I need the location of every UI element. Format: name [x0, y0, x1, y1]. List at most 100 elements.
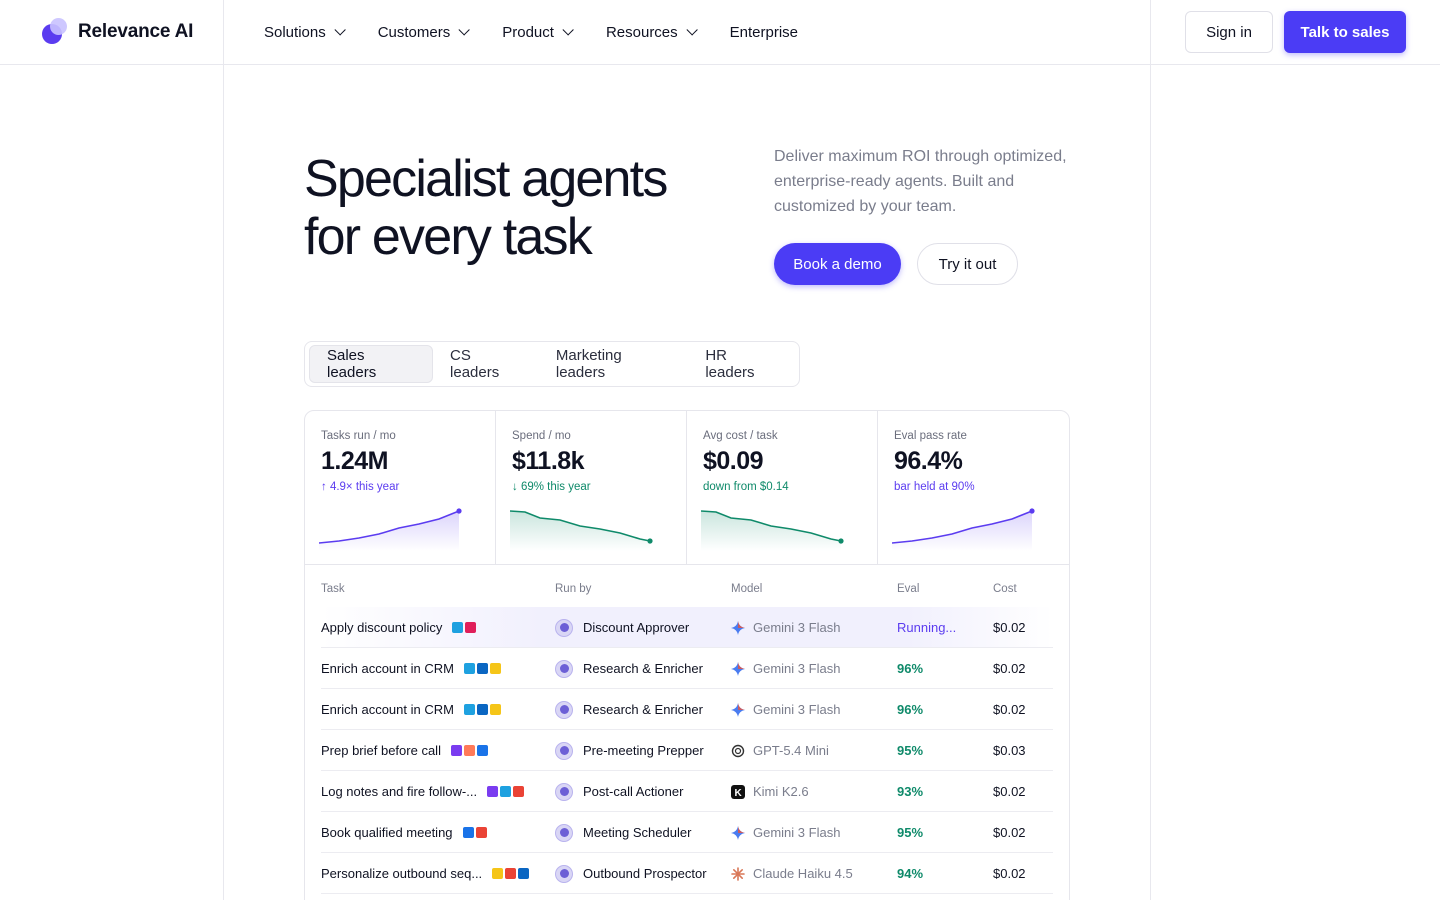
task-name: Prep brief before call [321, 743, 441, 758]
slack-icon [465, 622, 477, 633]
metrics-row: Tasks run / mo 1.24M ↑ 4.9× this year Sp… [305, 411, 1069, 565]
model-name: GPT-5.4 Mini [753, 743, 829, 758]
tab-marketing-leaders[interactable]: Marketing leaders [539, 345, 688, 383]
runby-cell: Discount Approver [555, 607, 689, 648]
agent-avatar [555, 823, 573, 842]
eval-cell: 96% [897, 702, 924, 717]
kimi-icon: K [731, 784, 745, 799]
runby-cell: Meeting Scheduler [555, 812, 691, 853]
nav-item-solutions[interactable]: Solutions [264, 22, 346, 42]
hero-title: Specialist agents for every task [304, 150, 668, 266]
agent-avatar [555, 700, 573, 719]
sparkline-chart [701, 510, 844, 551]
metric-delta: down from $0.14 [703, 481, 789, 493]
agent-name: Outbound Prospector [583, 866, 707, 881]
task-cell: Enrich account in CRM [321, 648, 501, 689]
apollo-icon [489, 704, 501, 715]
task-cell: Personalize outbound seq... [321, 853, 530, 894]
logo-mark-icon [40, 18, 68, 46]
agent-avatar [555, 741, 573, 760]
svg-text:K: K [735, 788, 743, 799]
metric-card: Avg cost / task $0.09 down from $0.14 [687, 411, 878, 565]
metric-card: Eval pass rate 96.4% bar held at 90% [878, 411, 1069, 565]
gmail-icon [475, 827, 487, 838]
sign-in-button[interactable]: Sign in [1185, 11, 1273, 53]
agent-name: Post-call Actioner [583, 784, 684, 799]
task-cell: Prep brief before call [321, 730, 488, 771]
agent-avatar [555, 782, 573, 801]
task-cell: Book qualified meeting [321, 812, 487, 853]
apollo-icon [489, 663, 501, 674]
eval-cell: 96% [897, 661, 924, 676]
sparkline-chart [319, 508, 462, 551]
table-row[interactable]: Personalize outbound seq... Outbound Pro… [321, 853, 1053, 894]
task-cell: Log notes and fire follow-... [321, 771, 525, 812]
model-cell: GPT-5.4 Mini [731, 730, 829, 771]
apollo-icon [492, 868, 504, 879]
tab-cs-leaders[interactable]: CS leaders [433, 345, 539, 383]
gong-icon [450, 745, 462, 756]
cost-cell: $0.02 [993, 866, 1026, 881]
tab-hr-leaders[interactable]: HR leaders [688, 345, 795, 383]
gmail-icon [513, 786, 525, 797]
runby-cell: Pre-meeting Prepper [555, 730, 704, 771]
app-icons [462, 827, 487, 838]
salesforce-icon [463, 663, 475, 674]
metric-delta: ↓ 69% this year [512, 481, 591, 493]
metric-delta: bar held at 90% [894, 481, 975, 493]
try-it-out-button[interactable]: Try it out [917, 243, 1018, 285]
table-row[interactable]: Apply discount policy Discount Approver … [321, 607, 1053, 648]
model-cell: Gemini 3 Flash [731, 648, 840, 689]
talk-to-sales-button[interactable]: Talk to sales [1284, 11, 1406, 53]
chevron-down-icon [562, 24, 574, 36]
app-icons [463, 704, 501, 715]
linkedin-icon [476, 663, 488, 674]
app-icons [492, 868, 530, 879]
metric-label: Spend / mo [512, 430, 571, 442]
tab-sales-leaders[interactable]: Sales leaders [309, 345, 434, 383]
task-name: Enrich account in CRM [321, 661, 454, 676]
eval-cell: Running... [897, 620, 957, 635]
model-cell: Gemini 3 Flash [731, 812, 840, 853]
gemini-icon [731, 620, 745, 635]
runby-cell: Post-call Actioner [555, 771, 683, 812]
agent-name: Discount Approver [583, 620, 690, 635]
runby-cell: Research & Enricher [555, 648, 703, 689]
task-name: Enrich account in CRM [321, 702, 454, 717]
task-cell: Enrich account in CRM [321, 689, 501, 730]
cost-cell: $0.02 [993, 702, 1026, 717]
sparkline-endpoint [456, 508, 462, 514]
nav-item-customers[interactable]: Customers [378, 22, 471, 42]
agent-avatar [555, 618, 573, 637]
app-icons [450, 745, 488, 756]
nav-item-enterprise[interactable]: Enterprise [730, 22, 798, 42]
logo[interactable]: Relevance AI [40, 18, 193, 46]
model-name: Gemini 3 Flash [753, 661, 841, 676]
task-cell: Apply discount policy [321, 607, 477, 648]
brand-name: Relevance AI [78, 21, 194, 42]
model-name: Claude Haiku 4.5 [753, 866, 853, 881]
main-nav: Solutions Customers Product Resources En… [264, 22, 834, 42]
runby-cell: Outbound Prospector [555, 853, 707, 894]
top-header: Relevance AI Solutions Customers Product… [0, 0, 1440, 65]
runby-cell: Research & Enricher [555, 689, 703, 730]
task-table: Apply discount policy Discount Approver … [305, 607, 1069, 894]
table-row[interactable]: Enrich account in CRM Research & Enriche… [321, 689, 1053, 730]
column-header-model: Model [731, 583, 763, 595]
agent-name: Research & Enricher [583, 702, 703, 717]
model-cell: Gemini 3 Flash [731, 607, 840, 648]
table-row[interactable]: Log notes and fire follow-... Post-call … [321, 771, 1053, 812]
calendar-icon [462, 827, 474, 838]
table-row[interactable]: Enrich account in CRM Research & Enriche… [321, 648, 1053, 689]
nav-item-product[interactable]: Product [502, 22, 574, 42]
divider-left [223, 0, 224, 900]
gmail-icon [505, 868, 517, 879]
metric-card: Tasks run / mo 1.24M ↑ 4.9× this year [305, 411, 496, 565]
table-row[interactable]: Prep brief before call Pre-meeting Prepp… [321, 730, 1053, 771]
cost-cell: $0.03 [993, 743, 1026, 758]
nav-item-resources[interactable]: Resources [606, 22, 698, 42]
gemini-icon [731, 702, 745, 717]
sparkline-endpoint [1029, 508, 1035, 514]
book-demo-button[interactable]: Book a demo [774, 243, 901, 285]
table-row[interactable]: Book qualified meeting Meeting Scheduler… [321, 812, 1053, 853]
